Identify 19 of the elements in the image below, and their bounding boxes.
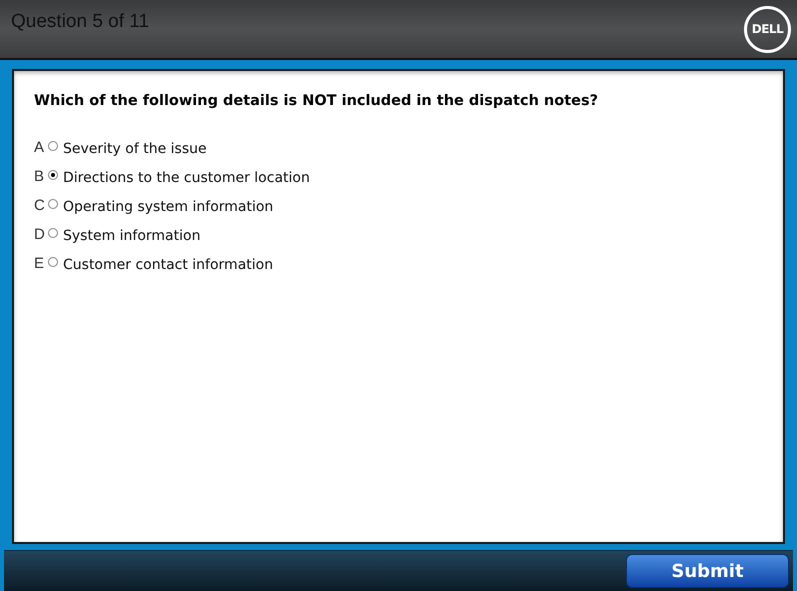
radio-button[interactable] (48, 228, 58, 238)
submit-button[interactable]: Submit (626, 554, 789, 588)
option-letter: A (34, 138, 46, 158)
radio-button[interactable] (48, 257, 58, 268)
option-label[interactable]: System information (63, 226, 200, 247)
radio-button[interactable] (48, 170, 58, 180)
option-letter: D (34, 224, 46, 244)
radio-button[interactable] (48, 199, 58, 210)
option-label[interactable]: Operating system information (63, 196, 274, 218)
option-label[interactable]: Directions to the customer location (63, 168, 310, 189)
radio-button[interactable] (48, 141, 58, 152)
option-label[interactable]: Customer contact information (63, 254, 274, 276)
option-letter: C (34, 196, 46, 216)
question-text: Which of the following details is NOT included in the dispatch notes? (34, 92, 600, 111)
option-label[interactable]: Severity of the issue (63, 138, 207, 160)
option-letter: E (34, 254, 46, 274)
option-letter: B (34, 166, 46, 186)
logo: DELL (744, 6, 791, 52)
question-counter: Question 5 of 11 (11, 10, 150, 34)
